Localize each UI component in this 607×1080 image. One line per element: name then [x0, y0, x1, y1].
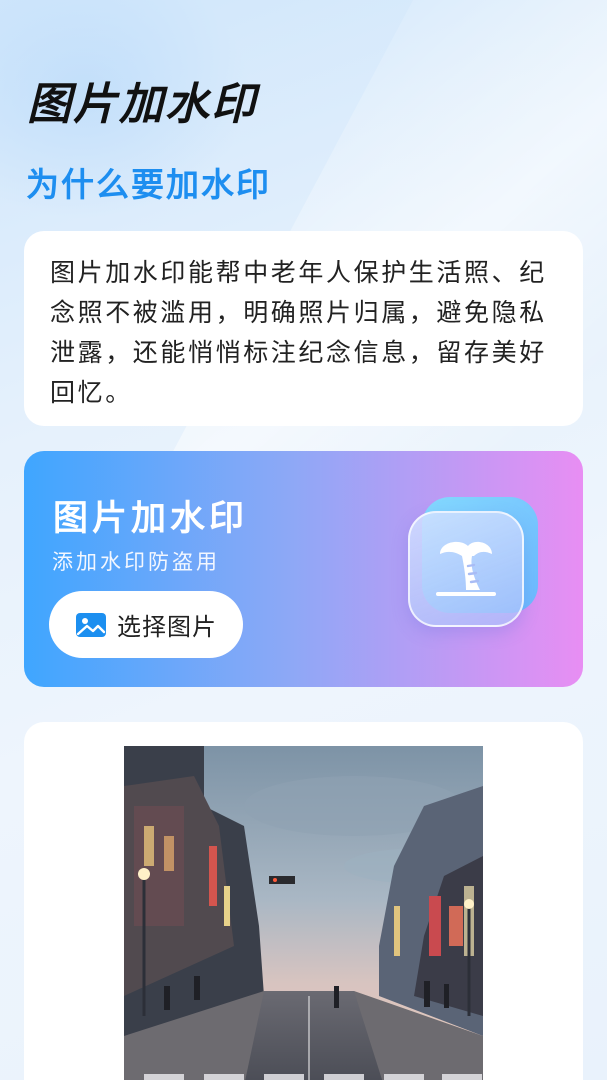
watermark-hero-card: 图片加水印 添加水印防盗用 选择图片: [24, 451, 583, 687]
description-text: 图片加水印能帮中老年人保护生活照、纪念照不被滥用，明确照片归属，避免隐私泄露，还…: [50, 258, 547, 407]
palm-tree-icon: [436, 541, 496, 596]
section-title-why: 为什么要加水印: [26, 165, 271, 204]
preview-card: [24, 722, 583, 1080]
hero-illustration: [408, 497, 538, 629]
page-title: 图片加水印: [27, 79, 257, 130]
preview-image[interactable]: [124, 746, 483, 1080]
illustration-front-tile: [408, 511, 524, 627]
select-image-label: 选择图片: [117, 613, 217, 641]
city-street-photo: [124, 746, 483, 1080]
select-image-button[interactable]: 选择图片: [49, 591, 243, 658]
description-card: 图片加水印能帮中老年人保护生活照、纪念照不被滥用，明确照片归属，避免隐私泄露，还…: [24, 231, 583, 426]
image-icon: [76, 612, 106, 637]
hero-title: 图片加水印: [53, 499, 249, 539]
hero-subtitle: 添加水印防盗用: [52, 550, 220, 574]
